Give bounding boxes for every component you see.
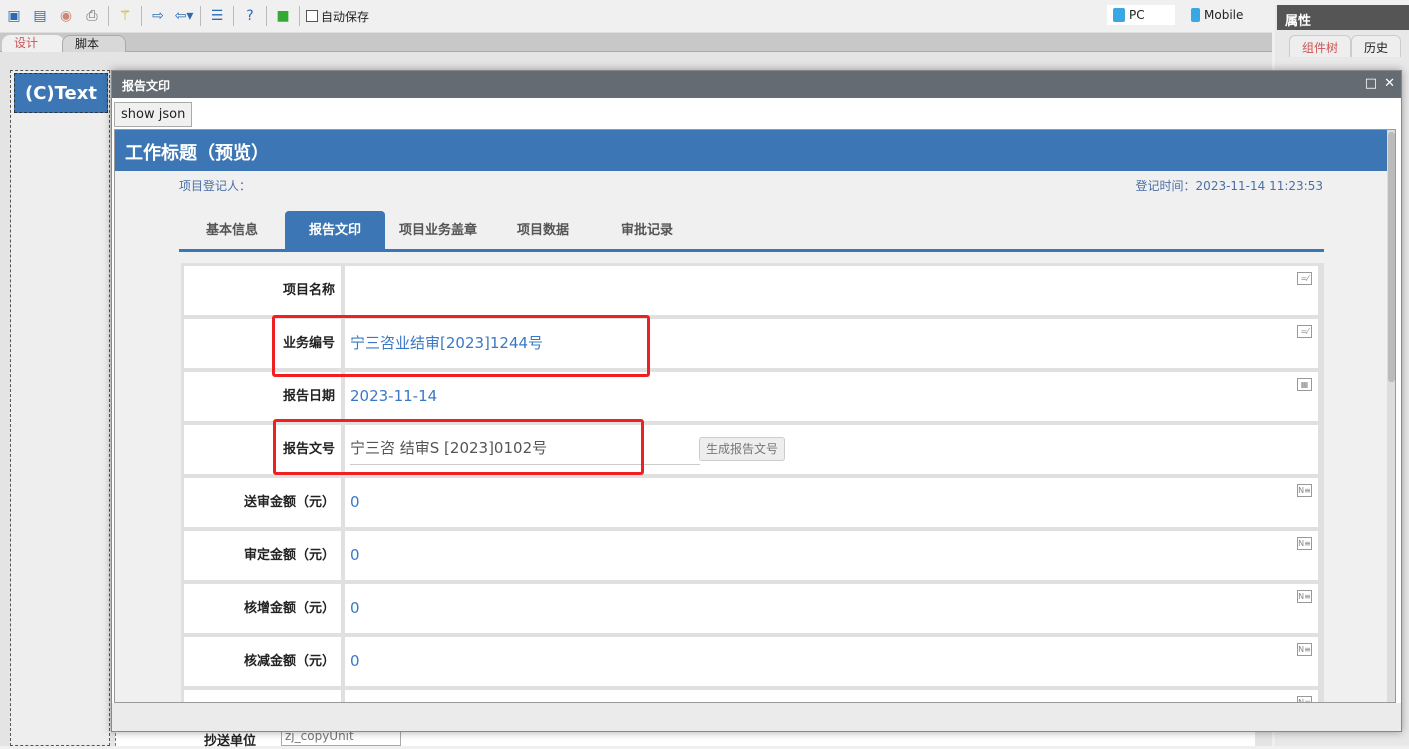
- device-mobile-label: Mobile: [1204, 8, 1244, 22]
- maximize-icon[interactable]: □: [1365, 76, 1377, 91]
- monitor-icon: [1113, 8, 1125, 22]
- project-name-field[interactable]: =⁄: [345, 266, 1318, 315]
- tab-basic-info[interactable]: 基本信息: [179, 211, 285, 250]
- number-icon[interactable]: N≡: [1297, 537, 1312, 550]
- phone-icon: [1191, 8, 1200, 22]
- submitted-amount-field[interactable]: 0 N≡: [345, 478, 1318, 527]
- autosave-checkbox[interactable]: 自动保存: [306, 8, 369, 25]
- checkbox-icon[interactable]: [306, 10, 318, 22]
- tab-script[interactable]: 脚本: [62, 35, 126, 52]
- registrant-label: 项目登记人：: [179, 179, 252, 193]
- preview-frame: 工作标题（预览） 项目登记人： 登记时间：2023-11-14 11:23:53…: [114, 129, 1396, 703]
- copy-unit-label: 抄送单位: [204, 734, 257, 749]
- calendar-icon[interactable]: ▦: [1297, 378, 1312, 391]
- editor-tabs: 设计 脚本: [0, 33, 1272, 52]
- tab-business-seal[interactable]: 项目业务盖章: [385, 211, 491, 250]
- canvas-container: [10, 70, 110, 746]
- list-icon[interactable]: ☰: [207, 6, 227, 26]
- field-value: 0: [350, 546, 360, 564]
- increase-amount-field[interactable]: 0 N≡: [345, 584, 1318, 633]
- tab-history[interactable]: 历史: [1351, 35, 1402, 57]
- form-row-submitted-amount: 送审金额（元） 0 N≡: [184, 478, 1318, 527]
- field-label: 审定金额（元）: [184, 531, 341, 580]
- device-pc-label: PC: [1129, 8, 1145, 22]
- field-label: 核增金额（元）: [184, 584, 341, 633]
- save-icon[interactable]: ▣: [4, 6, 24, 26]
- decrease-amount-field[interactable]: 0 N≡: [345, 637, 1318, 686]
- field-value: 0: [350, 599, 360, 617]
- dialog-footer: [112, 703, 1401, 731]
- registration-time: 登记时间：2023-11-14 11:23:53: [1135, 179, 1323, 193]
- edit-icon[interactable]: =⁄: [1297, 272, 1312, 285]
- divider: [200, 6, 201, 26]
- form-row-approved-amount: 审定金额（元） 0 N≡: [184, 531, 1318, 580]
- tab-report-print[interactable]: 报告文印: [285, 211, 385, 250]
- device-switch: PC Mobile: [1107, 5, 1249, 25]
- form-row-decrease-amount: 核减金额（元） 0 N≡: [184, 637, 1318, 686]
- tab-component-tree[interactable]: 组件树: [1289, 35, 1352, 57]
- help-icon[interactable]: ?: [240, 6, 260, 26]
- preview-icon[interactable]: ◉: [56, 6, 76, 26]
- highlight-box: [272, 315, 650, 377]
- dialog-title: 报告文印: [112, 71, 1401, 98]
- autosave-label: 自动保存: [321, 9, 370, 24]
- close-icon[interactable]: ✕: [1384, 76, 1395, 91]
- divider: [299, 6, 300, 26]
- device-mobile-button[interactable]: Mobile: [1185, 5, 1249, 25]
- report-print-dialog: 报告文印 □ ✕ show json 工作标题（预览） 项目登记人： 登记时间：…: [111, 70, 1402, 732]
- extra-field[interactable]: N≡: [345, 690, 1318, 702]
- toolbar: ▣ ▤ ◉ ⎙ ⚚ ⇨ ⇦▾ ☰ ? ■ 自动保存: [0, 0, 1272, 33]
- number-icon[interactable]: N≡: [1297, 484, 1312, 497]
- tab-project-data[interactable]: 项目数据: [491, 211, 595, 250]
- field-value: 2023-11-14: [350, 387, 438, 405]
- highlight-box: [273, 419, 644, 475]
- print-icon[interactable]: ⎙: [82, 6, 102, 26]
- import-icon[interactable]: ⇨: [148, 6, 168, 26]
- show-json-button[interactable]: show json: [114, 102, 193, 127]
- tab-approval-records[interactable]: 审批记录: [595, 211, 699, 250]
- form-row-increase-amount: 核增金额（元） 0 N≡: [184, 584, 1318, 633]
- field-label: 送审金额（元）: [184, 478, 341, 527]
- approved-amount-field[interactable]: 0 N≡: [345, 531, 1318, 580]
- scrollbar-thumb[interactable]: [1388, 132, 1395, 382]
- number-icon[interactable]: N≡: [1297, 696, 1312, 702]
- divider: [141, 6, 142, 26]
- layers-icon[interactable]: ■: [273, 6, 293, 26]
- export-icon[interactable]: ⇦▾: [174, 6, 194, 26]
- field-label: 报告日期: [184, 372, 341, 421]
- wand-icon[interactable]: ⚚: [115, 6, 135, 26]
- properties-title: 属性: [1277, 5, 1409, 30]
- field-label: 核减金额（元）: [184, 637, 341, 686]
- form-row-extra: N≡: [184, 690, 1318, 702]
- form-row-project-name: 项目名称 =⁄: [184, 266, 1318, 315]
- device-pc-button[interactable]: PC: [1107, 5, 1175, 25]
- divider: [266, 6, 267, 26]
- number-icon[interactable]: N≡: [1297, 643, 1312, 656]
- page-title: 工作标题（预览）: [115, 130, 1387, 171]
- divider: [108, 6, 109, 26]
- form-tabs: 基本信息 报告文印 项目业务盖章 项目数据 审批记录: [179, 211, 1324, 252]
- edit-icon[interactable]: =⁄: [1297, 325, 1312, 338]
- number-icon[interactable]: N≡: [1297, 590, 1312, 603]
- field-value: 0: [350, 493, 360, 511]
- generate-doc-number-button[interactable]: 生成报告文号: [699, 437, 786, 461]
- divider: [233, 6, 234, 26]
- field-label: [184, 690, 341, 702]
- report-date-field[interactable]: 2023-11-14 ▦: [345, 372, 1318, 421]
- form-row-report-date: 报告日期 2023-11-14 ▦: [184, 372, 1318, 421]
- text-component[interactable]: (C)Text: [14, 73, 108, 113]
- field-value: 0: [350, 652, 360, 670]
- tab-design[interactable]: 设计: [2, 35, 64, 52]
- field-label: 项目名称: [184, 266, 341, 315]
- save-as-icon[interactable]: ▤: [30, 6, 50, 26]
